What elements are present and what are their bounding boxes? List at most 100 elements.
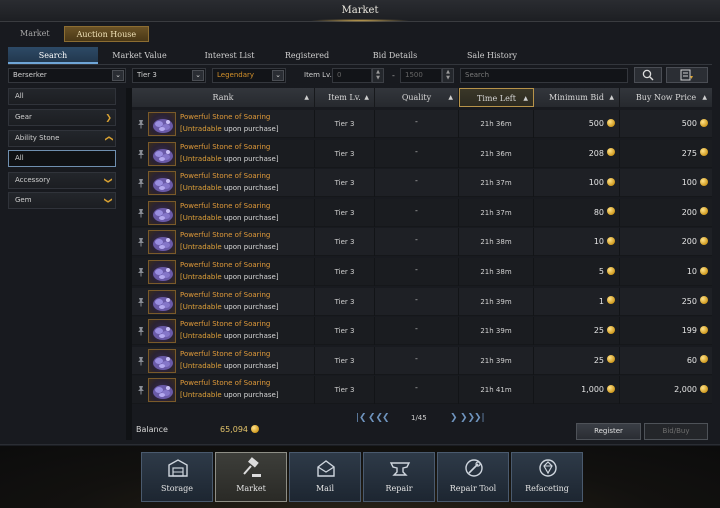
item-lv-min-stepper[interactable]: ▲ ▼ (372, 68, 384, 83)
item-note: [Untradable upon purchase] (180, 184, 279, 193)
first-page-icon[interactable]: |❮ (356, 412, 367, 424)
cell-quality: - (375, 110, 459, 138)
gold-coin-icon (607, 207, 615, 216)
table-row[interactable]: Powerful Stone of Soaring [Untradable upo… (132, 198, 712, 227)
class-select[interactable]: Berserker ⌄ (8, 68, 126, 83)
cell-item: Powerful Stone of Soaring [Untradable upo… (132, 110, 315, 138)
item-icon (148, 171, 176, 196)
sidebar-item-gem[interactable]: Gem ❯ (8, 192, 116, 209)
gold-coin-icon (700, 118, 708, 127)
ability-stone-icon (153, 207, 173, 222)
column-header-item-lv[interactable]: Item Lv. ▲ (315, 88, 375, 107)
bid-buy-button[interactable]: Bid/Buy (644, 423, 708, 440)
item-name: Powerful Stone of Soaring (180, 172, 271, 181)
cell-minimum-bid: 10 (534, 228, 620, 257)
sidebar-item-all[interactable]: All (8, 88, 116, 105)
pin-icon[interactable] (136, 178, 146, 188)
pin-icon[interactable] (136, 267, 146, 277)
search-button[interactable] (634, 67, 662, 83)
cell-item: Powerful Stone of Soaring [Untradable upo… (132, 139, 315, 168)
table-row[interactable]: Powerful Stone of Soaring [Untradable upo… (132, 139, 712, 168)
pin-icon[interactable] (136, 385, 146, 395)
ability-stone-icon (153, 385, 173, 400)
item-note: [Untradable upon purchase] (180, 213, 279, 222)
pin-icon[interactable] (136, 326, 146, 336)
next-ten-icon[interactable]: ❯❯ (460, 412, 475, 424)
pin-icon[interactable] (136, 119, 146, 129)
sidebar-item-ability-stone[interactable]: Ability Stone ❯ (8, 130, 116, 147)
column-header-time-left[interactable]: Time Left ▲ (459, 88, 534, 107)
sidebar-item-label: Gear (15, 113, 32, 121)
table-row[interactable]: Powerful Stone of Soaring [Untradable upo… (132, 169, 712, 198)
subtab-market-value[interactable]: Market Value (98, 47, 181, 64)
cell-item-lv: Tier 3 (315, 169, 375, 198)
last-page-icon[interactable]: ❯| (474, 412, 485, 424)
search-input[interactable]: Search (460, 68, 628, 83)
dock-label: Refaceting (525, 484, 569, 493)
prev-ten-icon[interactable]: ❮❮ (368, 412, 383, 424)
table-row[interactable]: Powerful Stone of Soaring [Untradable upo… (132, 110, 712, 138)
column-header-rank[interactable]: Rank ▲ (132, 88, 315, 107)
cell-quality: - (375, 376, 459, 405)
repair-tool-icon (465, 459, 483, 477)
tab-market[interactable]: Market (8, 26, 62, 42)
gold-coin-icon (700, 355, 708, 364)
grade-select[interactable]: Legendary ⌄ (212, 68, 286, 83)
column-header-buy-now-price[interactable]: Buy Now Price ▲ (620, 88, 712, 107)
cell-buy-now-price: 200 (620, 228, 712, 256)
tab-auction-house[interactable]: Auction House (63, 26, 150, 42)
cell-buy-now-price: 2,000 (620, 376, 712, 404)
table-row[interactable]: Powerful Stone of Soaring [Untradable upo… (132, 346, 712, 375)
cell-item-lv: Tier 3 (315, 228, 375, 257)
cell-item: Powerful Stone of Soaring [Untradable upo… (132, 317, 315, 346)
dock-button-mail[interactable]: Mail (289, 452, 361, 502)
pin-icon[interactable] (136, 208, 146, 218)
column-header-quality[interactable]: Quality ▲ (375, 88, 459, 107)
cell-item: Powerful Stone of Soaring [Untradable upo… (132, 198, 315, 227)
item-lv-max-input[interactable]: 1500 (400, 68, 442, 83)
item-name: Powerful Stone of Soaring (180, 379, 271, 388)
table-row[interactable]: Powerful Stone of Soaring [Untradable upo… (132, 317, 712, 346)
table-row[interactable]: Powerful Stone of Soaring [Untradable upo… (132, 258, 712, 286)
cell-time-left: 21h 38m (459, 228, 534, 257)
subtab-search[interactable]: Search (8, 47, 98, 64)
table-row[interactable]: Powerful Stone of Soaring [Untradable upo… (132, 228, 712, 257)
subtab-bid-details[interactable]: Bid Details (336, 47, 454, 64)
cell-buy-now-price: 275 (620, 140, 712, 168)
cell-item: Powerful Stone of Soaring [Untradable upo… (132, 169, 315, 198)
item-lv-max-stepper[interactable]: ▲ ▼ (442, 68, 454, 83)
sidebar-item-gear[interactable]: Gear ❯ (8, 109, 116, 126)
gold-coin-icon (700, 236, 708, 245)
prev-page-icon[interactable]: ❮ (382, 412, 390, 424)
table-row[interactable]: Powerful Stone of Soaring [Untradable upo… (132, 287, 712, 316)
cell-item-lv: Tier 3 (315, 376, 375, 405)
table-row[interactable]: Powerful Stone of Soaring [Untradable upo… (132, 376, 712, 405)
cell-buy-now-price: 60 (620, 347, 712, 375)
tier-select[interactable]: Tier 3 ⌄ (132, 68, 206, 83)
register-button[interactable]: Register (576, 423, 641, 440)
sidebar-subitem-all[interactable]: All (8, 150, 116, 167)
sidebar-item-accessory[interactable]: Accessory ❯ (8, 172, 116, 189)
dock-button-market[interactable]: Market (215, 452, 287, 502)
subtab-registered[interactable]: Registered (278, 47, 336, 64)
cell-time-left: 21h 39m (459, 287, 534, 316)
cell-quality: - (375, 258, 459, 286)
cell-minimum-bid: 500 (534, 110, 620, 138)
gold-coin-icon (700, 266, 708, 275)
item-name: Powerful Stone of Soaring (180, 201, 271, 210)
pin-icon[interactable] (136, 297, 146, 307)
pin-icon[interactable] (136, 149, 146, 159)
dock-button-refaceting[interactable]: Refaceting (511, 452, 583, 502)
next-page-icon[interactable]: ❯ (450, 412, 458, 424)
balance-label: Balance (136, 425, 168, 434)
subtab-sale-history[interactable]: Sale History (454, 47, 530, 64)
item-lv-min-input[interactable]: 0 (332, 68, 372, 83)
dock-button-repair[interactable]: Repair (363, 452, 435, 502)
dock-button-repair-tool[interactable]: Repair Tool (437, 452, 509, 502)
pin-icon[interactable] (136, 356, 146, 366)
subtab-interest-list[interactable]: Interest List (181, 47, 278, 64)
pin-icon[interactable] (136, 237, 146, 247)
dock-button-storage[interactable]: Storage (141, 452, 213, 502)
column-header-minimum-bid[interactable]: Minimum Bid ▲ (534, 88, 620, 107)
filter-settings-button[interactable] (666, 67, 708, 83)
